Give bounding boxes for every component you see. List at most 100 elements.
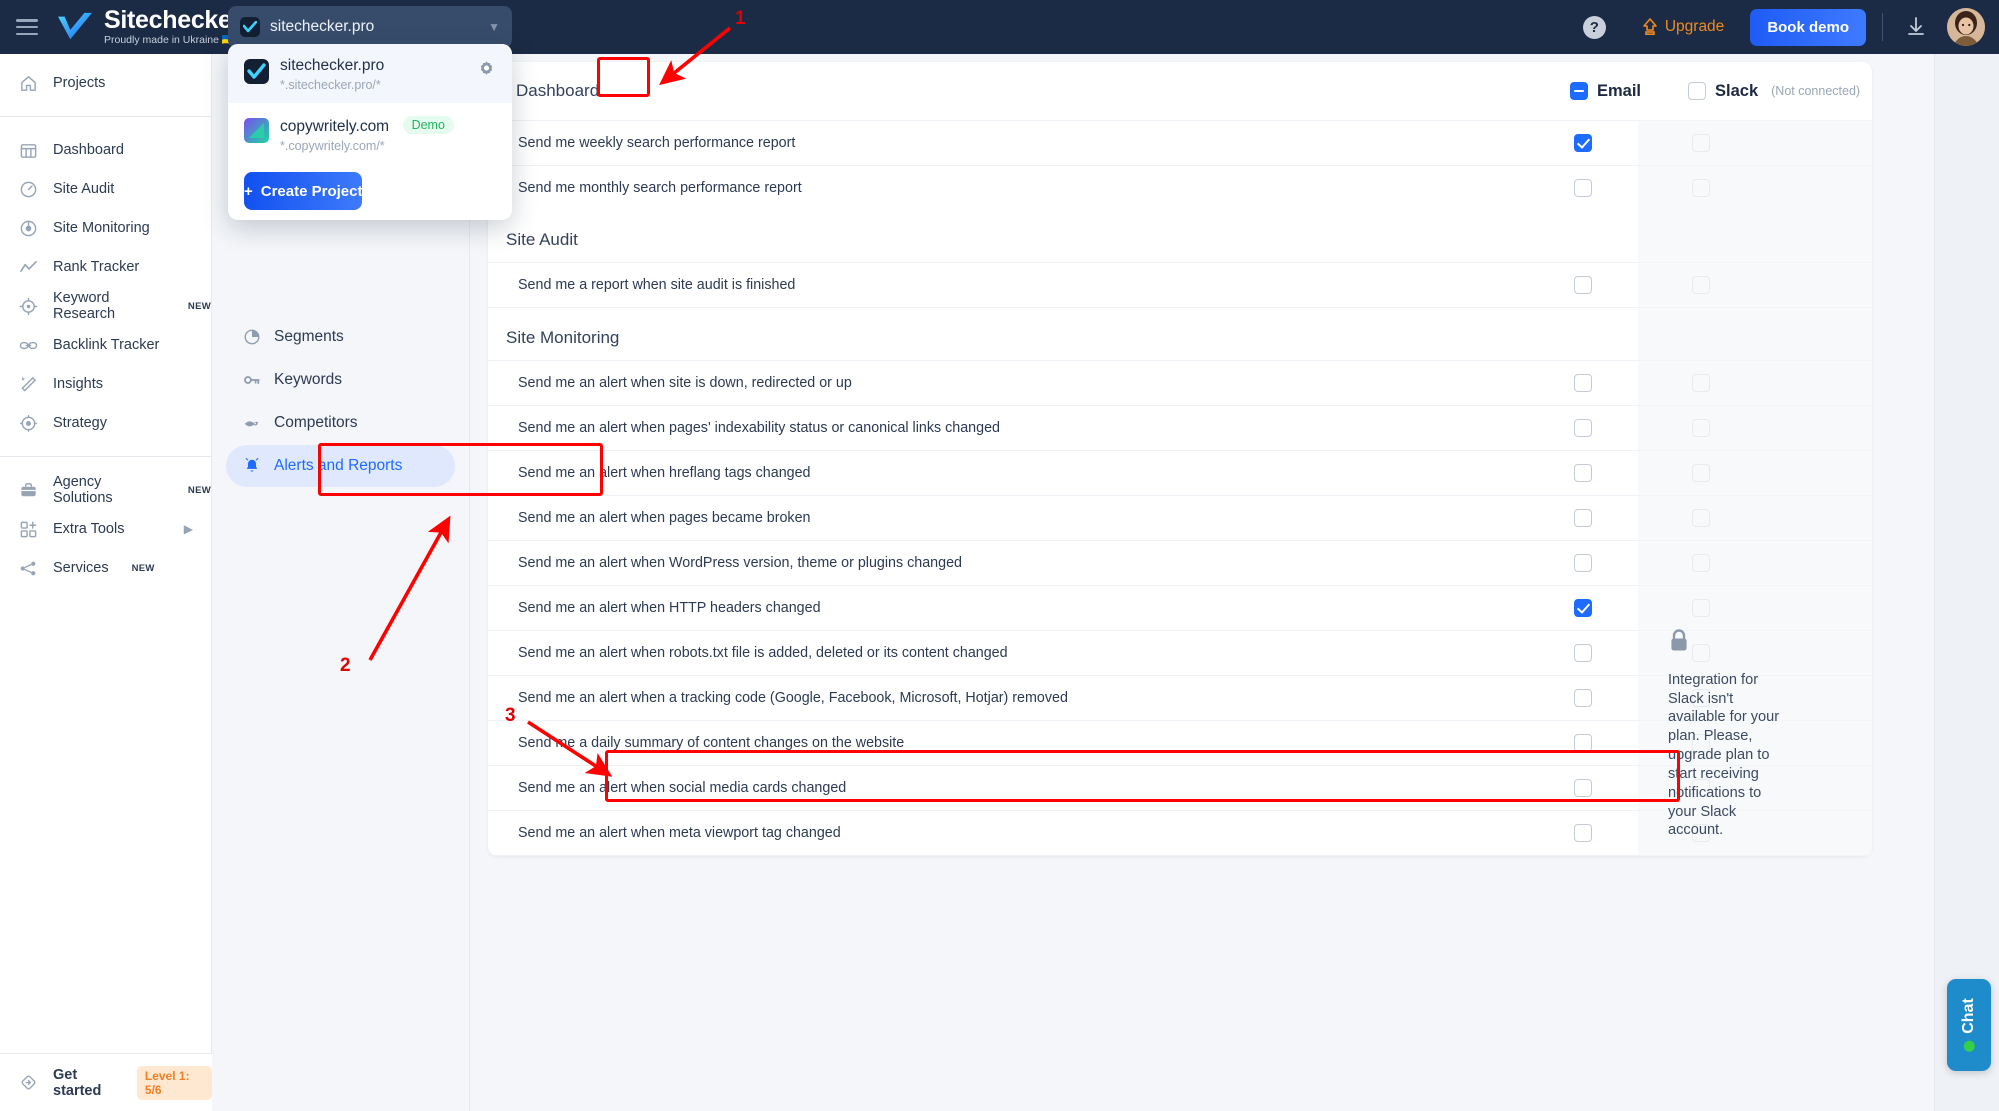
sidebar-label: Backlink Tracker (53, 337, 160, 353)
subnav-item-keywords[interactable]: Keywords (226, 359, 455, 401)
table-row[interactable]: Send me an alert when site is down, redi… (488, 360, 1872, 405)
avatar[interactable] (1947, 8, 1985, 46)
email-checkbox[interactable] (1574, 734, 1592, 752)
main-content: Dashboard Email Slack (Not connected) Se… (470, 54, 1934, 1111)
divider (488, 855, 1872, 856)
table-row[interactable]: Send me an alert when WordPress version,… (488, 540, 1872, 585)
subnav-item-competitors[interactable]: Competitors (226, 402, 455, 444)
http-headers-row[interactable]: Send me an alert when HTTP headers chang… (488, 585, 1872, 630)
table-row[interactable]: Send me monthly search performance repor… (488, 165, 1872, 210)
project-selector-label: sitechecker.pro (270, 18, 375, 35)
email-checkbox[interactable] (1574, 779, 1592, 797)
project-dropdown-item-copywritely[interactable]: copywritely.com Demo *.copywritely.com/* (228, 103, 512, 164)
project-selector[interactable]: sitechecker.pro ▼ (228, 6, 512, 48)
email-column-header: Email (1570, 82, 1641, 101)
chat-widget-button[interactable]: Chat (1947, 979, 1991, 1071)
subnav-label: Segments (274, 328, 344, 345)
subnav-item-segments[interactable]: Segments (226, 316, 455, 358)
slack-master-checkbox[interactable] (1688, 82, 1706, 100)
table-row[interactable]: Send me an alert when pages became broke… (488, 495, 1872, 540)
sidebar-item-backlink-tracker[interactable]: Backlink Tracker (0, 326, 211, 364)
sidebar-item-site-monitoring[interactable]: Site Monitoring (0, 209, 211, 247)
slack-checkbox[interactable] (1692, 464, 1710, 482)
email-checkbox[interactable] (1574, 374, 1592, 392)
sidebar-item-agency-solutions[interactable]: Agency Solutions NEW (0, 471, 211, 509)
email-checkbox[interactable] (1574, 554, 1592, 572)
sidebar-item-rank-tracker[interactable]: Rank Tracker (0, 248, 211, 286)
table-row[interactable]: Send me an alert when meta viewport tag … (488, 810, 1872, 855)
sidebar-item-site-audit[interactable]: Site Audit (0, 170, 211, 208)
row-label: Send me an alert when HTTP headers chang… (518, 600, 821, 616)
email-checkbox[interactable] (1574, 689, 1592, 707)
sidebar-item-keyword-research[interactable]: Keyword Research NEW (0, 287, 211, 325)
project-name: copywritely.com (280, 118, 390, 135)
email-checkbox[interactable] (1574, 134, 1592, 152)
sidebar-item-services[interactable]: Services NEW (0, 549, 211, 587)
table-row[interactable]: Send me an alert when social media cards… (488, 765, 1872, 810)
grid-plus-icon (18, 519, 39, 540)
project-dropdown-item-sitechecker[interactable]: sitechecker.pro *.sitechecker.pro/* (228, 44, 512, 103)
new-badge: NEW (187, 484, 211, 496)
slack-checkbox[interactable] (1692, 276, 1710, 294)
table-row[interactable]: Send me an alert when a tracking code (G… (488, 675, 1872, 720)
table-row[interactable]: Send me a daily summary of content chang… (488, 720, 1872, 765)
radar-icon (18, 218, 39, 239)
sidebar-item-dashboard[interactable]: Dashboard (0, 131, 211, 169)
sidebar-item-projects[interactable]: Projects (0, 64, 211, 102)
get-started-item[interactable]: Get started Level 1: 5/6 (0, 1053, 212, 1111)
row-label: Send me an alert when a tracking code (G… (518, 690, 1068, 706)
create-project-button[interactable]: + Create Project (244, 172, 363, 210)
sidebar-group-main: Dashboard Site Audit Site Monitoring Ran… (0, 131, 211, 442)
upgrade-button[interactable]: Upgrade (1642, 18, 1724, 36)
brand-logo[interactable]: Sitechecker Proudly made in Ukraine 🇺🇦 (56, 8, 256, 46)
book-demo-button[interactable]: Book demo (1750, 8, 1866, 46)
sidebar-label: Agency Solutions (53, 474, 113, 506)
slack-checkbox[interactable] (1692, 179, 1710, 197)
row-label: Send me an alert when social media cards… (518, 780, 847, 796)
email-checkbox[interactable] (1574, 824, 1592, 842)
email-checkbox[interactable] (1574, 419, 1592, 437)
new-badge: NEW (187, 300, 211, 312)
email-master-checkbox[interactable] (1570, 82, 1588, 100)
slack-not-connected-note: (Not connected) (1771, 84, 1861, 98)
sidebar-item-extra-tools[interactable]: Extra Tools ▶ (0, 510, 211, 548)
row-label: Send me a report when site audit is fini… (518, 277, 796, 293)
slack-lock-text: Integration for Slack isn't available fo… (1668, 671, 1780, 839)
copywritely-project-icon (244, 118, 269, 143)
gear-icon[interactable] (474, 56, 498, 80)
slack-checkbox[interactable] (1692, 374, 1710, 392)
slack-checkbox[interactable] (1692, 134, 1710, 152)
slack-checkbox[interactable] (1692, 419, 1710, 437)
divider (1882, 13, 1883, 41)
table-row[interactable]: Send me a report when site audit is fini… (488, 262, 1872, 307)
table-row[interactable]: Send me an alert when pages' indexabilit… (488, 405, 1872, 450)
gauge-icon (18, 179, 39, 200)
slack-checkbox[interactable] (1692, 554, 1710, 572)
sidebar-item-insights[interactable]: Insights (0, 365, 211, 403)
email-checkbox[interactable] (1574, 464, 1592, 482)
hamburger-icon[interactable] (16, 19, 38, 35)
slack-checkbox[interactable] (1692, 599, 1710, 617)
sidebar-label: Site Monitoring (53, 220, 150, 236)
table-row[interactable]: Send me an alert when robots.txt file is… (488, 630, 1872, 675)
download-icon[interactable] (1899, 10, 1933, 44)
email-checkbox[interactable] (1574, 179, 1592, 197)
help-icon[interactable]: ? (1582, 15, 1606, 39)
slack-checkbox[interactable] (1692, 509, 1710, 527)
email-checkbox[interactable] (1574, 599, 1592, 617)
top-bar-actions: ? Upgrade Book demo (1582, 0, 1999, 54)
key-icon (242, 370, 262, 390)
dashboard-icon (18, 140, 39, 161)
email-checkbox[interactable] (1574, 644, 1592, 662)
project-dropdown: sitechecker.pro *.sitechecker.pro/* copy… (228, 44, 512, 220)
table-row[interactable]: Send me weekly search performance report (488, 120, 1872, 165)
subnav-item-alerts-and-reports[interactable]: Alerts and Reports (226, 445, 455, 487)
sidebar-label: Services (53, 560, 109, 576)
email-checkbox[interactable] (1574, 509, 1592, 527)
sidebar-item-strategy[interactable]: Strategy (0, 404, 211, 442)
demo-badge: Demo (402, 116, 454, 134)
row-label: Send me an alert when pages became broke… (518, 510, 811, 526)
email-checkbox[interactable] (1574, 276, 1592, 294)
row-label: Send me an alert when WordPress version,… (518, 555, 962, 571)
table-row[interactable]: Send me an alert when hreflang tags chan… (488, 450, 1872, 495)
